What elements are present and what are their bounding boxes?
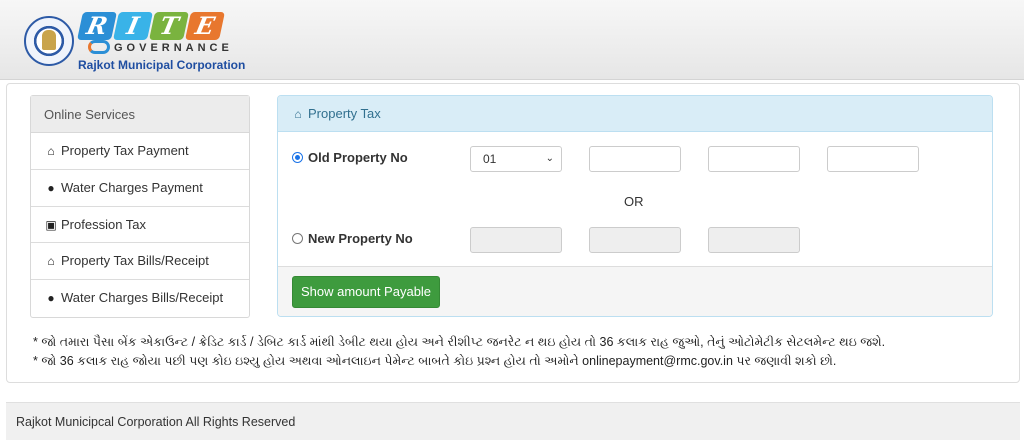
old-property-radio[interactable]: Old Property No (292, 150, 408, 165)
show-amount-payable-button[interactable]: Show amount Payable (292, 276, 440, 308)
services-sidebar: Online Services ⌂ Property Tax Payment ● W… (30, 95, 250, 318)
panel-title: Property Tax (308, 106, 381, 121)
brand-subtitle: GOVERNANCE (114, 42, 233, 54)
sidebar-item-label: Profession Tax (61, 216, 147, 232)
site-header: RITE GOVERNANCE Rajkot Municipal Corpora… (0, 0, 1024, 80)
property-tax-panel: ⌂ Property Tax Old Property No 01 ⌄ OR Ne… (277, 95, 993, 317)
new-property-label: New Property No (308, 231, 413, 246)
sidebar-item-label: Property Tax Payment (61, 143, 189, 158)
old-property-number-input[interactable] (827, 146, 919, 172)
radio-selected-icon (292, 152, 303, 163)
zone-select-value: 01 (483, 152, 497, 166)
sidebar-item-label: Property Tax Bills/Receipt (61, 253, 209, 269)
or-separator: OR (624, 194, 644, 209)
sidebar-item-profession-tax[interactable]: ▣ Profession Tax (31, 207, 249, 244)
radio-unselected-icon (292, 233, 303, 244)
sidebar-heading: Online Services (31, 96, 249, 133)
old-property-part-input[interactable] (708, 146, 800, 172)
org-name: Rajkot Municipal Corporation (78, 58, 246, 72)
water-drop-icon: ● (47, 180, 55, 195)
briefcase-icon: ▣ (45, 217, 57, 232)
new-property-input-1[interactable] (470, 227, 562, 253)
new-property-input-2[interactable] (589, 227, 681, 253)
panel-footer: Show amount Payable (278, 266, 992, 316)
old-property-ward-input[interactable] (589, 146, 681, 172)
home-icon: ⌂ (47, 254, 55, 269)
sidebar-item-water-charges-bills[interactable]: ● Water Charges Bills/Receipt (31, 280, 249, 317)
governance-mark-icon (88, 40, 110, 54)
water-drop-icon: ● (47, 291, 55, 306)
brand-letter: E (185, 11, 225, 40)
zone-select[interactable]: 01 ⌄ (470, 146, 562, 172)
sidebar-item-property-tax-payment[interactable]: ⌂ Property Tax Payment (31, 133, 249, 170)
chevron-down-icon: ⌄ (545, 153, 554, 164)
rite-governance-logo[interactable]: RITE GOVERNANCE Rajkot Municipal Corpora… (18, 8, 248, 74)
brand-letter: T (149, 11, 189, 40)
home-icon: ⌂ (294, 107, 302, 121)
brand-letter: R (77, 11, 117, 40)
sidebar-item-label: Water Charges Payment (61, 179, 203, 195)
sidebar-item-property-tax-bills[interactable]: ⌂ Property Tax Bills/Receipt (31, 243, 249, 281)
payment-notes: * જો તમારા પૈસા બેંક એકાઉન્ટ / ક્રેડિટ ક… (33, 333, 885, 371)
page-footer: Rajkot Municipcal Corporation All Rights… (6, 402, 1020, 440)
note-line: * જો 36 કલાક રાહ જોયા પછી પણ કોઇ ઇશ્યુ હ… (33, 354, 837, 368)
home-icon: ⌂ (47, 144, 55, 158)
brand-letter: I (113, 11, 153, 40)
sidebar-item-label: Water Charges Bills/Receipt (61, 290, 224, 306)
old-property-label: Old Property No (308, 150, 408, 165)
footer-text: Rajkot Municipcal Corporation All Rights… (16, 415, 296, 429)
new-property-radio[interactable]: New Property No (292, 231, 413, 246)
panel-header: ⌂ Property Tax (278, 96, 992, 132)
note-line: * જો તમારા પૈસા બેંક એકાઉન્ટ / ક્રેડિટ ક… (33, 335, 886, 349)
sidebar-item-water-charges-payment[interactable]: ● Water Charges Payment (31, 170, 249, 207)
new-property-input-3[interactable] (708, 227, 800, 253)
rmc-emblem-icon (24, 16, 74, 66)
